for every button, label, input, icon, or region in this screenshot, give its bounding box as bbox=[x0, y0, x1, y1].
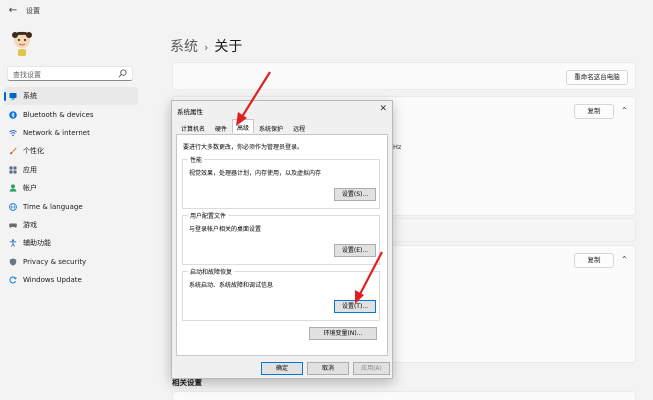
admin-note: 要进行大多数更改，你必须作为管理员登录。 bbox=[183, 144, 304, 151]
search-icon bbox=[118, 69, 127, 78]
sidebar-item-label: Windows Update bbox=[23, 276, 82, 285]
tab-system-protection[interactable]: 系统保护 bbox=[254, 121, 288, 133]
sidebar-item-label: 系统 bbox=[23, 92, 37, 101]
user-avatar[interactable] bbox=[9, 30, 35, 58]
sidebar-item-windows-update[interactable]: Windows Update bbox=[4, 271, 138, 289]
sidebar-item-personalization[interactable]: 个性化 bbox=[4, 142, 138, 160]
globe-icon bbox=[9, 202, 17, 211]
settings-search-input[interactable]: 查找设置 bbox=[7, 66, 133, 81]
sidebar-item-accessibility[interactable]: 辅助功能 bbox=[4, 234, 138, 252]
user-profiles-label: 用户配置文件 bbox=[188, 211, 229, 220]
sidebar-item-time-language[interactable]: Time & language bbox=[4, 197, 138, 215]
search-placeholder: 查找设置 bbox=[13, 71, 41, 79]
startup-recovery-group: 启动和故障恢复 系统启动、系统故障和调试信息 设置(T)... bbox=[182, 267, 380, 321]
system-icon bbox=[9, 93, 17, 100]
sidebar-item-label: Bluetooth & devices bbox=[23, 110, 94, 119]
sidebar-item-label: 帐户 bbox=[23, 184, 37, 193]
user-profiles-desc: 与登录帐户相关的桌面设置 bbox=[189, 226, 262, 233]
sidebar-item-accounts[interactable]: 帐户 bbox=[4, 179, 138, 197]
breadcrumb: 系统 › 关于 bbox=[170, 36, 242, 56]
sidebar-item-label: 辅助功能 bbox=[23, 239, 51, 248]
sidebar-item-system[interactable]: 系统 bbox=[4, 87, 138, 106]
chevron-up-icon[interactable]: ⌃ bbox=[621, 255, 628, 264]
bluetooth-icon bbox=[9, 110, 17, 119]
user-profiles-settings-button[interactable]: 设置(E)... bbox=[334, 244, 376, 257]
copy-button[interactable]: 复制 bbox=[574, 253, 614, 268]
sidebar-item-network[interactable]: Network & internet bbox=[4, 124, 138, 142]
dialog-tabs: 计算机名 硬件 高级 系统保护 远程 bbox=[176, 119, 310, 134]
copy-button[interactable]: 复制 bbox=[574, 104, 614, 119]
back-button[interactable]: ← bbox=[6, 4, 20, 18]
startup-settings-button[interactable]: 设置(T)... bbox=[334, 300, 376, 313]
sidebar-item-label: 个性化 bbox=[23, 147, 44, 156]
sidebar-item-label: Time & language bbox=[23, 202, 83, 211]
tab-advanced[interactable]: 高级 bbox=[232, 119, 255, 133]
account-icon bbox=[9, 184, 17, 192]
rename-pc-button[interactable]: 重命名这台电脑 bbox=[566, 70, 628, 85]
ok-button[interactable]: 确定 bbox=[261, 362, 303, 375]
related-settings-card bbox=[172, 391, 636, 400]
performance-group: 性能 视觉效果，处理器计划，内存使用，以及虚拟内存 设置(S)... bbox=[182, 155, 380, 209]
apply-button[interactable]: 应用(A) bbox=[353, 362, 390, 375]
sidebar-nav: 系统 Bluetooth & devices Network & interne… bbox=[4, 87, 138, 289]
network-icon bbox=[9, 130, 17, 137]
sidebar-item-privacy[interactable]: Privacy & security bbox=[4, 253, 138, 271]
startup-recovery-desc: 系统启动、系统故障和调试信息 bbox=[189, 282, 274, 289]
environment-variables-button[interactable]: 环境变量(N)... bbox=[309, 327, 377, 340]
page-title: 关于 bbox=[214, 39, 243, 55]
accessibility-icon bbox=[9, 239, 17, 248]
gamepad-icon bbox=[9, 223, 17, 228]
sidebar-item-label: 应用 bbox=[23, 165, 37, 174]
tab-computer-name[interactable]: 计算机名 bbox=[176, 121, 210, 133]
hz-text: Hz bbox=[393, 143, 402, 151]
performance-desc: 视觉效果，处理器计划，内存使用，以及虚拟内存 bbox=[189, 170, 322, 177]
apps-icon bbox=[9, 166, 17, 174]
sidebar-item-label: Network & internet bbox=[23, 128, 90, 137]
system-properties-dialog: 系统属性 ✕ 计算机名 硬件 高级 系统保护 远程 要进行大多数更改，你必须作为… bbox=[171, 100, 393, 379]
cancel-button[interactable]: 取消 bbox=[307, 362, 349, 375]
breadcrumb-parent[interactable]: 系统 bbox=[170, 39, 198, 55]
sidebar-item-apps[interactable]: 应用 bbox=[4, 161, 138, 179]
brush-icon bbox=[10, 147, 17, 155]
user-profiles-group: 用户配置文件 与登录帐户相关的桌面设置 设置(E)... bbox=[182, 211, 380, 265]
sidebar-item-label: 游戏 bbox=[23, 220, 37, 229]
tab-hardware[interactable]: 硬件 bbox=[210, 121, 232, 133]
tab-remote[interactable]: 远程 bbox=[288, 121, 310, 133]
shield-icon bbox=[9, 258, 17, 266]
performance-label: 性能 bbox=[188, 155, 205, 164]
sidebar-item-bluetooth[interactable]: Bluetooth & devices bbox=[4, 105, 138, 123]
performance-settings-button[interactable]: 设置(S)... bbox=[334, 188, 376, 201]
sidebar-item-gaming[interactable]: 游戏 bbox=[4, 216, 138, 234]
breadcrumb-separator: › bbox=[204, 41, 209, 54]
sidebar-item-label: Privacy & security bbox=[23, 257, 87, 266]
close-icon[interactable]: ✕ bbox=[379, 104, 387, 114]
update-icon bbox=[9, 276, 17, 284]
app-title: 设置 bbox=[26, 7, 40, 15]
startup-recovery-label: 启动和故障恢复 bbox=[188, 267, 235, 276]
chevron-up-icon[interactable]: ⌃ bbox=[621, 106, 628, 115]
dialog-title: 系统属性 bbox=[177, 108, 203, 116]
title-bar: ← 设置 bbox=[0, 0, 653, 24]
